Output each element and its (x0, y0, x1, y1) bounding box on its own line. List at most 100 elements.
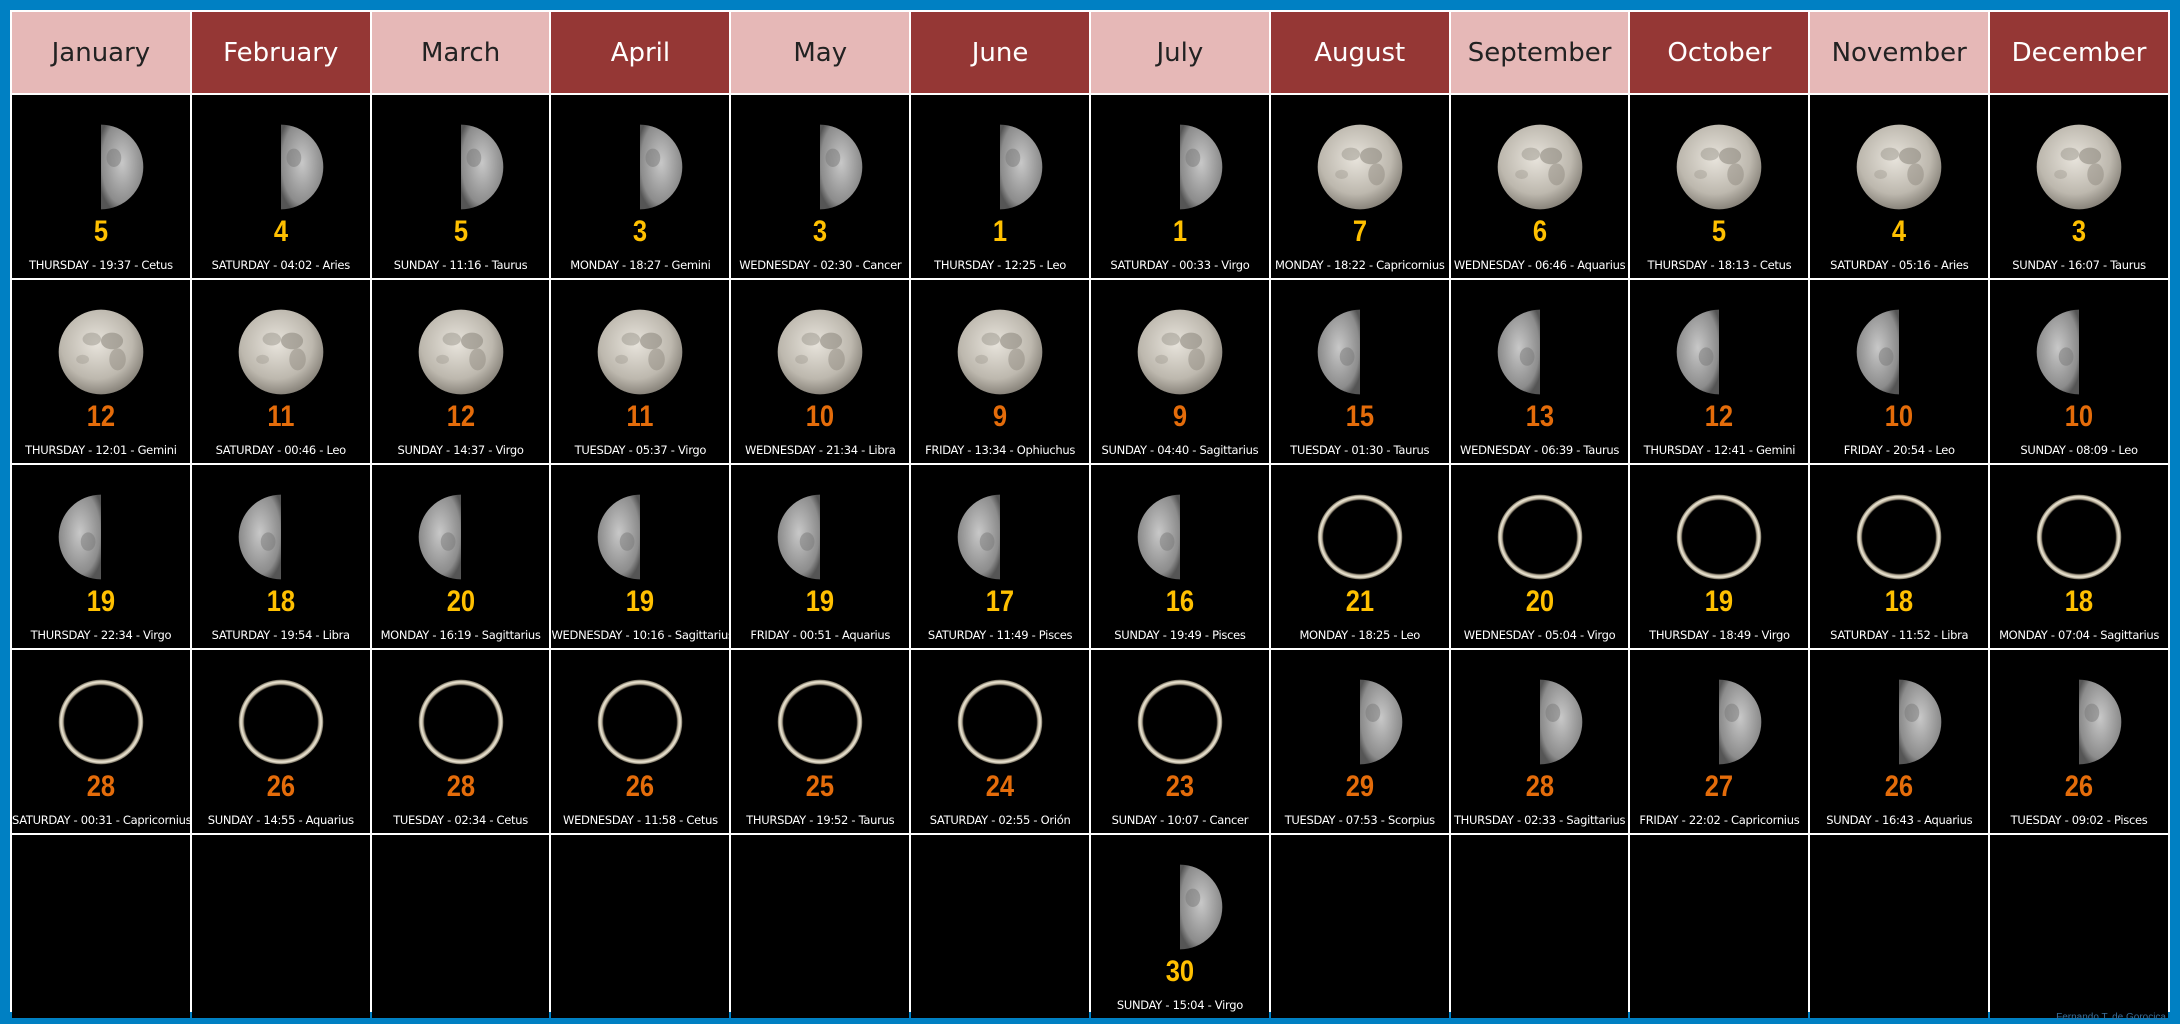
moon-phase-cell: 26 WEDNESDAY - 11:58 - Cetus (551, 650, 730, 833)
last-quarter-moon-icon (1677, 309, 1720, 395)
phase-day-number: 11 (626, 400, 654, 433)
phase-day-number: 19 (806, 585, 835, 618)
month-header-february: February (191, 12, 370, 93)
phase-day-number: 23 (1165, 770, 1195, 803)
phase-day-number: 25 (806, 770, 835, 803)
phase-day-number: 10 (2064, 400, 2094, 433)
new-moon-icon (2036, 494, 2122, 580)
moon-phase-cell: 13 WEDNESDAY - 06:39 - Taurus (1450, 280, 1629, 463)
phase-day-number: 3 (813, 215, 828, 248)
full-moon-icon (1317, 124, 1403, 210)
new-moon-icon (598, 679, 683, 765)
phase-detail-label: SATURDAY - 05:16 - Aries (1830, 258, 1969, 272)
phase-detail-label: WEDNESDAY - 10:16 - Sagittarius (551, 628, 734, 642)
first-quarter-moon-icon (280, 124, 324, 210)
moon-phase-cell: 15 TUESDAY - 01:30 - Taurus (1270, 280, 1449, 463)
moon-phase-calendar: January February March April May June July Augu… (10, 10, 2170, 1018)
empty-cell (191, 835, 370, 1018)
phase-detail-label: THURSDAY - 19:37 - Cetus (29, 258, 173, 272)
moon-phase-cell: 1 SATURDAY - 00:33 - Virgo (1090, 95, 1269, 278)
phase-day-number: 5 (93, 215, 108, 248)
phase-day-number: 18 (266, 585, 295, 618)
moon-phase-cell: 28 TUESDAY - 02:34 - Cetus (371, 650, 550, 833)
moon-phase-cell: 26 SUNDAY - 14:55 - Aquarius (191, 650, 370, 833)
moon-phase-cell: 19 THURSDAY - 18:49 - Virgo (1630, 465, 1809, 648)
empty-cell (731, 835, 910, 1018)
moon-phase-cell: 9 FRIDAY - 13:34 - Ophiuchus (911, 280, 1089, 463)
phase-detail-label: MONDAY - 07:04 - Sagittarius (1999, 628, 2160, 642)
author-credit: Fernando T. de Gorocica (2056, 1012, 2166, 1023)
phase-day-number: 6 (1532, 215, 1547, 248)
first-quarter-moon-icon (1000, 124, 1043, 210)
first-quarter-moon-icon (1539, 679, 1582, 765)
moon-phase-cell: 12 THURSDAY - 12:41 - Gemini (1630, 280, 1809, 463)
moon-phase-cell: 11 SATURDAY - 00:46 - Leo (191, 280, 370, 463)
full-moon-icon (2036, 124, 2122, 210)
moon-phase-cell: 3 SUNDAY - 16:07 - Taurus (1990, 95, 2168, 278)
moon-phase-cell: 30 SUNDAY - 15:04 - Virgo (1090, 835, 1269, 1018)
last-quarter-moon-icon (1317, 309, 1360, 395)
phase-detail-label: THURSDAY - 18:13 - Cetus (1647, 258, 1792, 272)
phase-day-number: 10 (806, 400, 835, 433)
phase-day-number: 26 (1885, 770, 1914, 803)
last-quarter-moon-icon (1497, 309, 1540, 395)
phase-detail-label: THURSDAY - 22:34 - Virgo (30, 628, 172, 642)
phase-detail-label: TUESDAY - 07:53 - Scorpius (1284, 813, 1435, 827)
month-header-november: November (1810, 12, 1989, 93)
month-header-october: October (1630, 12, 1809, 93)
phase-detail-label: FRIDAY - 22:02 - Capricornius (1639, 813, 1800, 827)
empty-cell (1990, 835, 2168, 1018)
empty-cell (12, 835, 190, 1018)
moon-phase-cell: 20 MONDAY - 16:19 - Sagittarius (371, 465, 550, 648)
phase-day-number: 5 (1712, 215, 1727, 248)
moon-phase-cell: 4 SATURDAY - 04:02 - Aries (191, 95, 370, 278)
phase-day-number: 20 (446, 585, 475, 618)
phase-day-number: 13 (1525, 400, 1554, 433)
phase-day-number: 19 (626, 585, 655, 618)
last-quarter-moon-icon (598, 494, 641, 580)
phase-day-number: 27 (1705, 770, 1734, 803)
phase-detail-label: TUESDAY - 01:30 - Taurus (1290, 443, 1430, 457)
phase-detail-label: THURSDAY - 12:01 - Gemini (25, 443, 177, 457)
new-moon-icon (418, 679, 503, 765)
full-moon-icon (957, 309, 1043, 395)
phase-detail-label: WEDNESDAY - 11:58 - Cetus (563, 813, 718, 827)
phase-day-number: 4 (1892, 215, 1907, 248)
phase-day-number: 12 (1705, 400, 1734, 433)
phase-day-number: 12 (446, 400, 475, 433)
new-moon-icon (238, 679, 324, 765)
month-header-may: May (731, 12, 910, 93)
last-quarter-moon-icon (418, 494, 461, 580)
phase-day-number: 20 (1525, 585, 1554, 618)
moon-phase-cell: 18 MONDAY - 07:04 - Sagittarius (1990, 465, 2168, 648)
phase-detail-label: FRIDAY - 13:34 - Ophiuchus (925, 443, 1076, 457)
month-header-august: August (1270, 12, 1449, 93)
new-moon-icon (777, 679, 863, 765)
moon-phase-cell: 4 SATURDAY - 05:16 - Aries (1810, 95, 1989, 278)
moon-phase-cell: 17 SATURDAY - 11:49 - Pisces (911, 465, 1089, 648)
phase-detail-label: WEDNESDAY - 21:34 - Libra (744, 443, 896, 457)
phase-detail-label: SUNDAY - 10:07 - Cancer (1111, 813, 1249, 827)
moon-phase-cell: 10 WEDNESDAY - 21:34 - Libra (731, 280, 910, 463)
moon-phase-cell: 16 SUNDAY - 19:49 - Pisces (1090, 465, 1269, 648)
moon-phase-cell: 10 FRIDAY - 20:54 - Leo (1810, 280, 1989, 463)
moon-phase-cell: 11 TUESDAY - 05:37 - Virgo (551, 280, 730, 463)
phase-day-number: 10 (1885, 400, 1914, 433)
first-quarter-moon-icon (100, 124, 144, 210)
new-moon-icon (1856, 494, 1942, 580)
full-moon-icon (58, 309, 144, 395)
phase-detail-label: SATURDAY - 00:33 - Virgo (1110, 258, 1250, 272)
last-quarter-moon-icon (238, 494, 281, 580)
phase-day-number: 3 (633, 215, 648, 248)
phase-day-number: 7 (1352, 215, 1367, 248)
full-moon-icon (1137, 309, 1223, 395)
first-quarter-moon-icon (820, 124, 863, 210)
moon-phase-cell: 19 THURSDAY - 22:34 - Virgo (12, 465, 190, 648)
month-header-april: April (551, 12, 730, 93)
moon-phase-cell: 10 SUNDAY - 08:09 - Leo (1990, 280, 2168, 463)
phase-day-number: 28 (86, 770, 116, 803)
moon-phase-cell: 18 SATURDAY - 19:54 - Libra (191, 465, 370, 648)
last-quarter-moon-icon (1137, 494, 1180, 580)
moon-phase-cell: 18 SATURDAY - 11:52 - Libra (1810, 465, 1989, 648)
first-quarter-moon-icon (1719, 679, 1762, 765)
